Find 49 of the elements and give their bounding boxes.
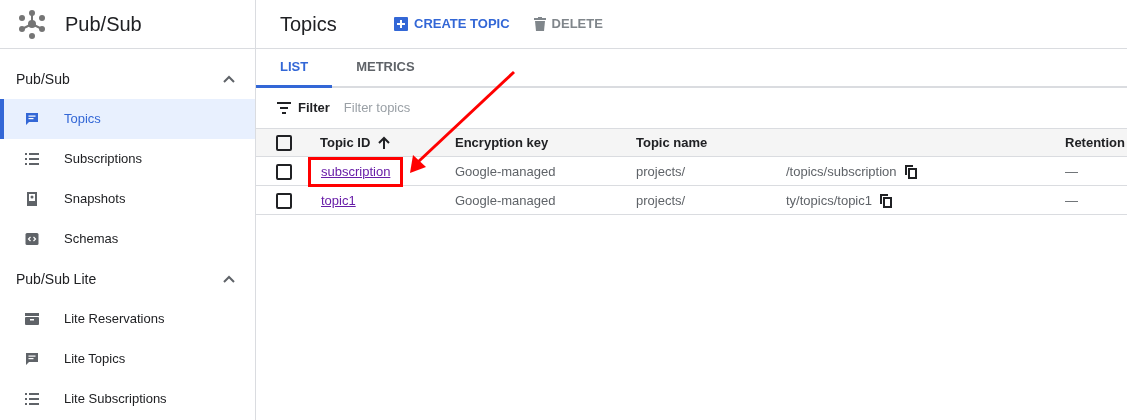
product-title: Pub/Sub [65,12,142,37]
table-cell-text: projects/ [636,163,687,181]
frame-icon [24,191,40,207]
table-cell-text: /topics/subscription [786,163,897,181]
code-icon [24,231,40,247]
list-icon [24,391,40,407]
table-cell: — [1065,164,1078,179]
tab[interactable]: METRICS [332,49,439,88]
sidebar-item[interactable]: Subscriptions [0,139,255,179]
archive-icon [24,311,40,327]
sidebar-item[interactable]: Lite Topics [0,339,255,379]
topic-id-link[interactable]: topic1 [308,186,369,216]
section-title: Pub/Sub [16,69,70,89]
message-icon [24,351,40,367]
table-cell: Google-managed [455,193,556,208]
list-icon [24,151,40,167]
chevron-icon[interactable] [223,75,235,83]
sort-arrow-icon[interactable] [378,135,391,150]
checkbox[interactable] [276,163,292,180]
plus-icon [394,17,408,31]
create-topic-button[interactable]: CREATE TOPIC [394,14,510,34]
page-title: Topics [280,12,338,37]
copy-icon[interactable] [904,164,917,179]
sidebar-item[interactable]: Topics [0,99,255,139]
message-icon [24,111,40,127]
filter-input[interactable]: Filter topics [343,98,1127,118]
table-cell-text: ty/topics/topic1 [786,192,872,210]
topic-id-link[interactable]: subscription [308,157,404,187]
sidebar-item[interactable]: Lite Subscriptions [0,379,255,419]
table-cell-text: projects/ [636,192,687,210]
column-header: Topic name [636,134,708,150]
column-header[interactable]: Topic ID [320,132,371,153]
table-cell: — [1065,193,1078,208]
filter-icon [276,102,292,114]
trash-icon [533,17,546,31]
section-title: Pub/Sub Lite [16,269,97,289]
filter-button[interactable]: Filter [276,98,330,118]
copy-icon[interactable] [880,193,892,208]
checkbox[interactable] [276,192,292,209]
logo-icon [17,9,47,39]
sidebar-item[interactable]: Lite Reservations [0,299,255,339]
tab[interactable]: LIST [256,49,333,88]
table-cell: Google-managed [455,164,556,179]
sidebar-item[interactable]: Schemas [0,219,255,259]
sidebar-item[interactable]: Snapshots [0,179,255,219]
checkbox[interactable] [276,134,292,151]
chevron-icon[interactable] [223,275,235,283]
column-header: Encryption key [455,134,549,150]
column-header: Retention [1065,134,1125,150]
